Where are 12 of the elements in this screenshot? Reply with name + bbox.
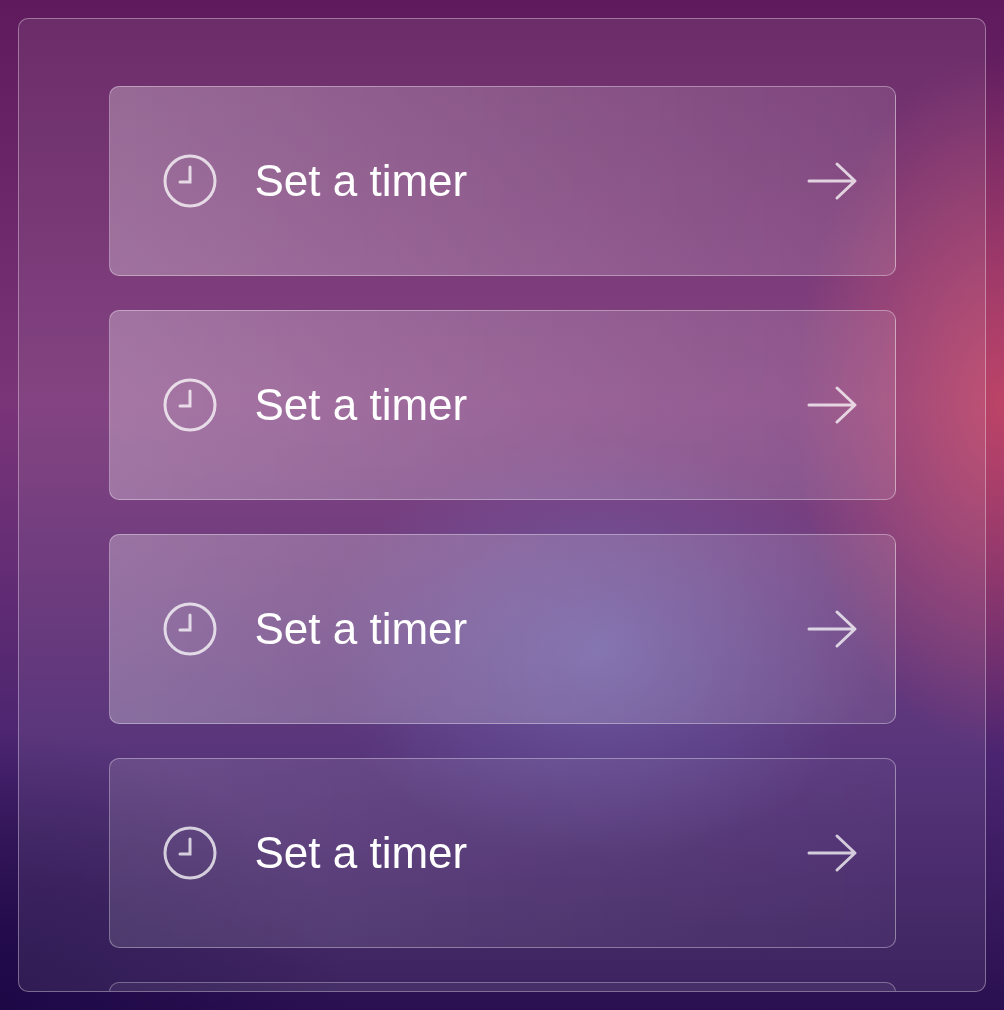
arrow-right-icon <box>806 161 859 201</box>
clock-icon <box>161 825 218 881</box>
timer-button[interactable]: Set a timer <box>108 534 896 724</box>
arrow-right-icon <box>806 833 859 873</box>
arrow-right-icon <box>806 385 859 425</box>
clock-icon <box>161 377 218 433</box>
arrow-right-icon <box>806 609 859 649</box>
clock-icon <box>161 153 218 209</box>
timer-button[interactable]: Set a timer <box>108 758 896 948</box>
timer-button[interactable]: Set a timer <box>108 86 896 276</box>
timer-button[interactable]: Set a timer <box>108 310 896 500</box>
clock-icon <box>161 601 218 657</box>
